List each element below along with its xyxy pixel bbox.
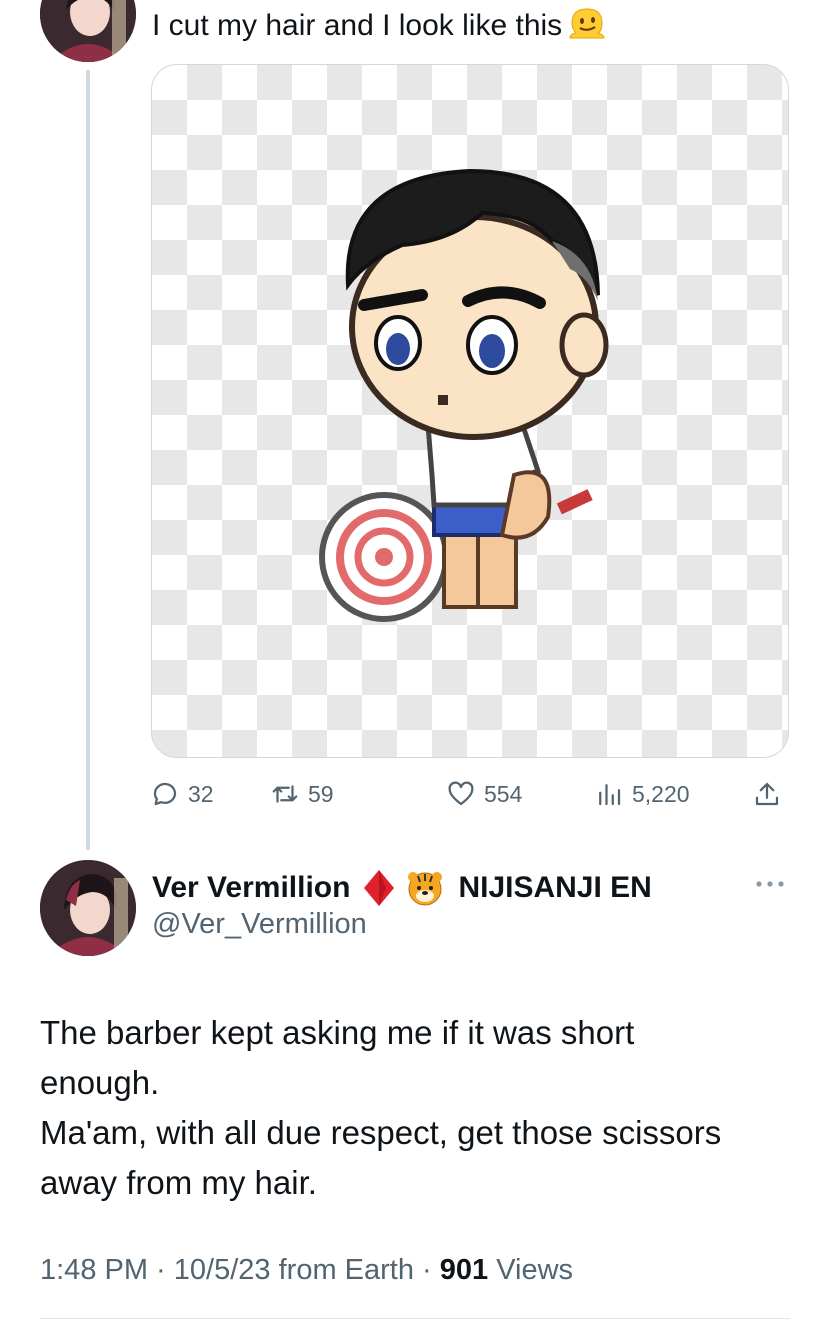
reply-count: 32 [188, 780, 214, 807]
previous-tweet-text: I cut my hair and I look like this [152, 6, 606, 46]
tweet-media-image[interactable] [151, 64, 789, 758]
ellipsis-icon [756, 881, 784, 887]
share-upload-icon [755, 782, 779, 806]
like-button[interactable]: 554 [446, 776, 522, 812]
tweet-metadata: 1:48 PM · 10/5/23 from Earth · 901 Views [40, 1254, 573, 1287]
reply-icon [153, 782, 177, 806]
tweet-text-line: enough. [40, 1064, 160, 1101]
display-name[interactable]: Ver Vermillion [152, 871, 350, 905]
like-count: 554 [484, 780, 523, 807]
bottom-divider [40, 1318, 790, 1319]
previous-tweet-action-bar: 32 59 554 5,220 [150, 776, 790, 812]
repost-count: 59 [308, 780, 334, 807]
thread-connector-line [86, 70, 90, 850]
affiliation-label: NIJISANJI EN [458, 871, 652, 904]
reply-button[interactable]: 32 [150, 776, 214, 812]
tweet-text-line: away from my hair. [40, 1164, 317, 1201]
heart-icon [448, 781, 474, 806]
tweet-text-line: The barber kept asking me if it was shor… [40, 1014, 635, 1051]
melting-face-emoji-icon [568, 7, 606, 41]
tiger-face-icon [408, 872, 443, 906]
repost-icon [272, 785, 298, 803]
views-count: 5,220 [632, 780, 690, 807]
meta-separator: · [148, 1254, 174, 1286]
views-count-main: 901 [439, 1254, 489, 1286]
meta-separator: · [413, 1254, 440, 1286]
user-handle[interactable]: @Ver_Vermillion [152, 908, 367, 941]
author-name-row[interactable]: Ver Vermillion NIJISANJI EN [152, 866, 652, 910]
tweet-text-line: Ma'am, with all due respect, get those s… [40, 1114, 722, 1151]
red-diamond-icon [364, 870, 395, 906]
tweet-date[interactable]: 10/5/23 [174, 1254, 271, 1286]
main-tweet-text: The barber kept asking me if it was shor… [40, 1008, 800, 1208]
tweet-time[interactable]: 1:48 PM [40, 1254, 148, 1286]
repost-button[interactable]: 59 [270, 776, 334, 812]
views-button[interactable]: 5,220 [594, 776, 690, 812]
previous-tweet-text-content: I cut my hair and I look like this [152, 9, 563, 42]
avatar-previous-tweet[interactable] [40, 0, 136, 62]
avatar-main-tweet[interactable] [40, 860, 136, 956]
pixel-character-illustration [319, 168, 609, 622]
more-options-button[interactable] [752, 874, 788, 894]
analytics-bars-icon [599, 784, 621, 806]
tweet-source: from Earth [278, 1254, 414, 1286]
share-button[interactable] [752, 776, 790, 812]
views-label: Views [496, 1254, 574, 1286]
